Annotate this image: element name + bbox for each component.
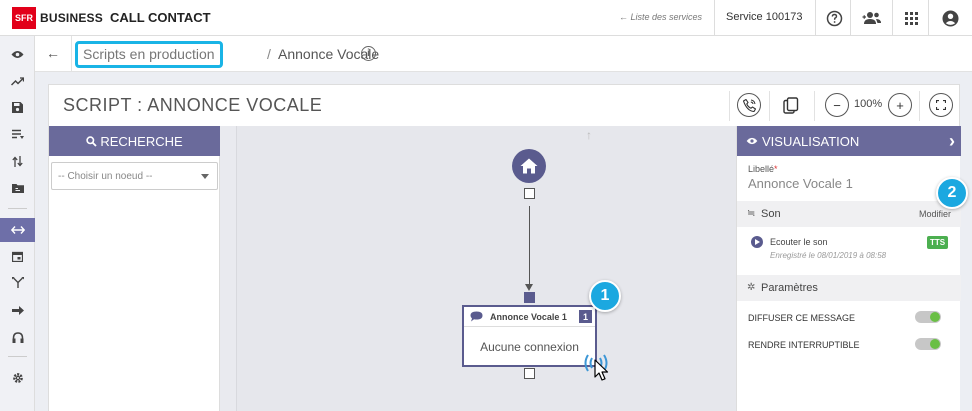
phone-test-icon[interactable] xyxy=(737,93,761,117)
sound-recorded-date: Enregistré le 08/01/2019 à 08:58 xyxy=(770,251,887,260)
required-marker: * xyxy=(774,164,778,174)
eye-icon[interactable] xyxy=(0,42,35,66)
son-section-title: Son xyxy=(761,208,781,220)
logo-text: SFR xyxy=(15,13,33,23)
sidebar-divider xyxy=(8,208,27,209)
apps-grid-icon[interactable] xyxy=(901,8,921,28)
zoom-level: 100% xyxy=(854,98,883,110)
sort-icon[interactable] xyxy=(0,149,35,173)
divider xyxy=(815,0,816,36)
broadcast-message-label: DIFFUSER CE MESSAGE xyxy=(748,313,856,323)
node-header: Annonce Vocale 1 1 xyxy=(464,307,595,327)
account-icon[interactable] xyxy=(940,8,960,28)
chevron-down-icon xyxy=(201,174,209,179)
gear-icon: ✲ xyxy=(747,282,756,293)
node-select[interactable]: -- Choisir un noeud -- xyxy=(51,162,218,190)
home-node[interactable] xyxy=(512,149,546,183)
divider xyxy=(928,0,929,36)
interruptible-toggle[interactable] xyxy=(915,338,941,350)
script-canvas[interactable]: ↑ Annonce Vocale 1 1 Aucune connexion 1 xyxy=(220,126,736,411)
home-output-port[interactable] xyxy=(524,188,535,199)
app-title: CALL CONTACT xyxy=(110,10,211,25)
service-selector[interactable]: Service 100173 xyxy=(726,11,802,23)
params-section-header: ✲ Paramètres xyxy=(737,275,961,301)
forward-icon[interactable] xyxy=(0,298,35,322)
zoom-out-button[interactable]: − xyxy=(825,93,849,117)
divider xyxy=(919,91,920,121)
search-icon xyxy=(86,135,97,147)
list-icon[interactable] xyxy=(0,122,35,146)
divider xyxy=(892,0,893,36)
settings-icon[interactable] xyxy=(0,366,35,390)
callout-badge-1: 1 xyxy=(589,280,621,312)
node-output-port[interactable] xyxy=(524,368,535,379)
services-list-link[interactable]: ← Liste des services xyxy=(619,12,702,22)
divider xyxy=(71,36,72,72)
scripts-icon[interactable] xyxy=(0,218,35,242)
libelle-label-text: Libellé xyxy=(748,164,775,174)
mouse-cursor-icon xyxy=(594,359,609,381)
divider xyxy=(814,91,815,121)
params-section-title: Paramètres xyxy=(761,282,818,294)
fullscreen-icon[interactable] xyxy=(929,93,953,117)
divider xyxy=(769,91,770,121)
broadcast-message-toggle[interactable] xyxy=(915,311,941,323)
modifier-link[interactable]: Modifier xyxy=(919,209,951,219)
node-select-value: -- Choisir un noeud -- xyxy=(58,171,153,182)
help-icon[interactable] xyxy=(824,8,844,28)
breadcrumb: ← Scripts en production / Annonce Vocale… xyxy=(35,36,972,72)
sfr-logo: SFR xyxy=(12,7,36,29)
top-bar: SFR BUSINESS CALL CONTACT ← Liste des se… xyxy=(0,0,972,36)
visualisation-header-label: VISUALISATION xyxy=(762,133,860,149)
libelle-value: Annonce Vocale 1 xyxy=(748,176,853,191)
divider xyxy=(850,0,851,36)
calendar-icon[interactable] xyxy=(0,244,35,268)
folder-icon[interactable] xyxy=(0,176,35,200)
scroll-up-arrow-icon[interactable]: ↑ xyxy=(586,128,592,142)
play-icon[interactable] xyxy=(751,236,763,248)
trending-icon[interactable] xyxy=(0,69,35,93)
eye-icon xyxy=(746,137,758,145)
script-editor-card: SCRIPT : ANNONCE VOCALE − 100% + RECHERC… xyxy=(48,84,968,411)
node-input-port[interactable] xyxy=(524,292,535,303)
left-sidebar xyxy=(0,36,35,411)
connection-arrowhead xyxy=(525,284,533,291)
back-arrow-icon[interactable]: ← xyxy=(46,45,60,61)
node-title: Annonce Vocale 1 xyxy=(490,312,567,322)
divider xyxy=(729,91,730,121)
divider xyxy=(714,0,715,36)
listen-sound-link[interactable]: Ecouter le son xyxy=(770,237,828,247)
son-section-header: ≒ Son Modifier xyxy=(737,201,961,227)
headset-icon[interactable] xyxy=(0,326,35,350)
callout-badge-2: 2 xyxy=(936,177,968,209)
search-panel: RECHERCHE -- Choisir un noeud -- xyxy=(49,126,220,411)
libelle-label: Libellé* xyxy=(748,164,778,174)
voice-announcement-node[interactable]: Annonce Vocale 1 1 Aucune connexion xyxy=(462,305,597,367)
info-icon[interactable]: i xyxy=(361,46,376,61)
routing-icon[interactable] xyxy=(0,270,35,294)
sound-wave-icon: ≒ xyxy=(747,208,756,219)
page-title: SCRIPT : ANNONCE VOCALE xyxy=(63,95,323,115)
copy-icon[interactable] xyxy=(779,93,803,117)
save-icon[interactable] xyxy=(0,95,35,119)
canvas-area xyxy=(236,126,736,411)
visualisation-header: VISUALISATION › xyxy=(737,126,961,156)
connection-line xyxy=(529,206,530,286)
users-icon[interactable] xyxy=(862,8,882,28)
home-icon xyxy=(520,158,538,174)
chat-bubble-icon xyxy=(470,311,483,322)
collapse-chevron-icon[interactable]: › xyxy=(949,131,955,152)
breadcrumb-separator: / xyxy=(267,46,271,62)
node-badge: 1 xyxy=(579,310,592,323)
search-header-label: RECHERCHE xyxy=(100,133,183,149)
visualisation-panel: VISUALISATION › Libellé* Annonce Vocale … xyxy=(736,126,968,411)
interruptible-label: RENDRE INTERRUPTIBLE xyxy=(748,340,860,350)
breadcrumb-scripts-link[interactable]: Scripts en production xyxy=(75,41,223,68)
brand-label: BUSINESS xyxy=(40,11,103,25)
search-panel-header: RECHERCHE xyxy=(49,126,220,156)
tts-badge: TTS xyxy=(927,236,948,249)
sidebar-divider xyxy=(8,356,27,357)
node-status: Aucune connexion xyxy=(480,340,579,354)
zoom-in-button[interactable]: + xyxy=(888,93,912,117)
